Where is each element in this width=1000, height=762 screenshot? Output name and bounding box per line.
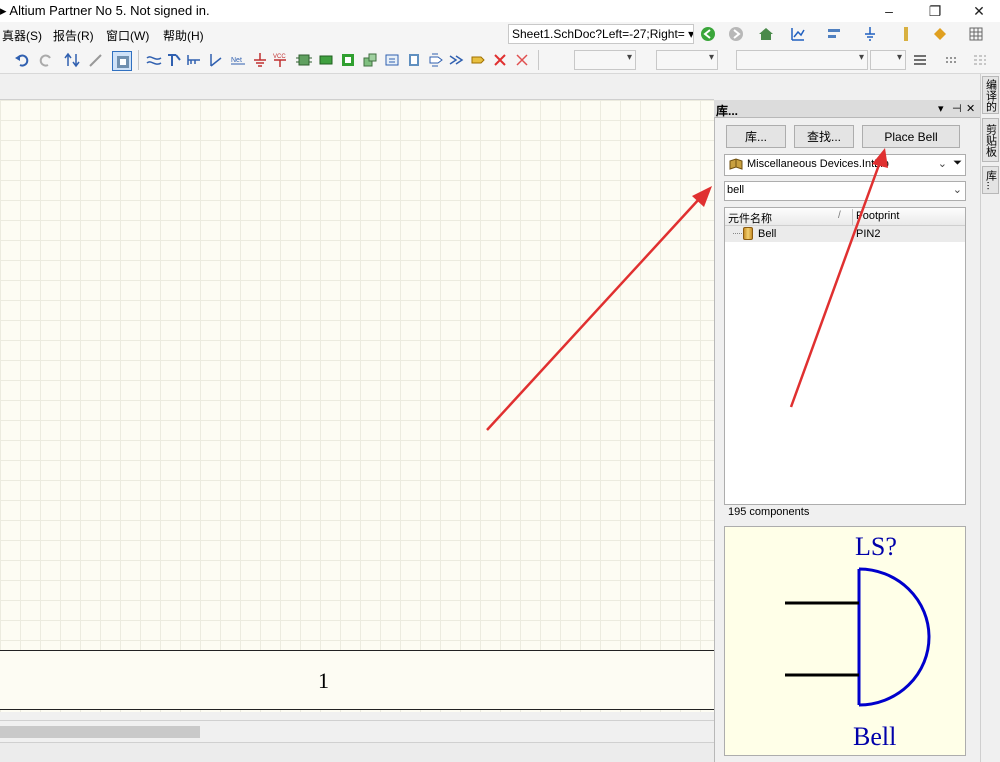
bus-icon[interactable] — [166, 52, 182, 68]
port-icon[interactable] — [428, 52, 444, 68]
menu-reports[interactable]: 报告(R) — [53, 27, 94, 44]
part-icon[interactable] — [296, 52, 312, 68]
device-sheet-icon[interactable] — [362, 52, 378, 68]
sort-icon: / — [838, 210, 841, 221]
restore-button[interactable]: ❐ — [912, 0, 958, 22]
sheet-entry-icon[interactable] — [340, 52, 356, 68]
width-combo[interactable] — [870, 50, 906, 70]
column-divider[interactable] — [852, 209, 853, 225]
chevron-down-icon[interactable]: ⌄ — [938, 157, 947, 170]
net-icon[interactable]: Net — [230, 52, 246, 68]
bell-symbol: LS? Bell — [785, 532, 931, 751]
preview-scrollbar[interactable] — [966, 526, 980, 762]
diamond-icon[interactable] — [932, 26, 948, 42]
component-footprint: PIN2 — [856, 228, 881, 240]
chart-icon[interactable] — [790, 26, 806, 42]
component-list[interactable] — [724, 207, 966, 505]
select-tool-icon[interactable] — [112, 51, 132, 71]
place-bell-button[interactable]: Place Bell — [862, 125, 960, 148]
preview-comment: Bell — [853, 722, 896, 751]
no-erc-icon[interactable] — [492, 52, 508, 68]
harness-icon[interactable] — [384, 52, 400, 68]
close-button[interactable]: ✕ — [956, 0, 1000, 22]
status-strip — [0, 742, 714, 762]
tree-line — [733, 233, 742, 234]
preview-designator: LS? — [855, 532, 897, 561]
style-combo[interactable] — [736, 50, 868, 70]
menu-bar: 真器(S) 报告(R) 窗口(W) 帮助(H) — [0, 22, 1000, 46]
svg-text:Net: Net — [231, 57, 242, 64]
filter-chevron-icon[interactable]: ⌄ — [953, 183, 962, 196]
align-icon[interactable] — [826, 26, 842, 42]
gnd-port-icon[interactable] — [252, 52, 268, 68]
panel-menu-icon[interactable]: ▾ — [938, 102, 944, 115]
library-book-icon — [729, 158, 743, 170]
grid-icon[interactable] — [968, 26, 984, 42]
tab-compiled[interactable]: 编译的 — [982, 76, 999, 114]
bus-entry-icon[interactable] — [186, 52, 202, 68]
menu-simulator[interactable]: 真器(S) — [2, 27, 42, 44]
bell-body — [857, 567, 931, 707]
wand-icon[interactable] — [88, 52, 104, 68]
library-name: Miscellaneous Devices.IntLib — [747, 158, 889, 170]
off-sheet-icon[interactable] — [448, 52, 464, 68]
minimize-button[interactable]: – — [866, 0, 912, 22]
menu-window[interactable]: 窗口(W) — [106, 27, 149, 44]
component-name[interactable]: Bell — [758, 228, 776, 240]
scrollbar-thumb[interactable] — [0, 726, 200, 738]
sheet-border-zone — [0, 650, 714, 710]
zone-label: 1 — [318, 668, 329, 693]
harness-entry-icon[interactable] — [406, 52, 422, 68]
net-label-icon[interactable] — [208, 52, 224, 68]
component-count: 195 components — [728, 506, 810, 518]
font-combo[interactable] — [574, 50, 636, 70]
panel-title: 库... — [716, 104, 739, 118]
vcc-port-icon[interactable]: VCC — [272, 52, 288, 68]
wire-icon[interactable] — [146, 52, 162, 68]
back-icon[interactable] — [700, 26, 716, 42]
library-dropdown[interactable]: Miscellaneous Devices.IntLib ⌄ ⏷ — [724, 154, 966, 176]
pin-icon[interactable]: ⊣ — [952, 102, 962, 115]
hatch-icon[interactable] — [972, 52, 988, 68]
compile-mask-icon[interactable] — [514, 52, 530, 68]
forward-icon[interactable] — [728, 26, 744, 42]
column-header-name[interactable]: 元件名称 — [728, 210, 772, 226]
search-button[interactable]: 查找... — [794, 125, 854, 148]
ground-icon[interactable] — [862, 26, 878, 42]
symbol-preview: LS? Bell — [724, 526, 966, 756]
tab-clipboard[interactable]: 剪贴板 — [982, 118, 999, 162]
window-title: ▸ Altium Partner No 5. Not signed in. — [0, 3, 210, 18]
undo-icon[interactable] — [14, 52, 30, 68]
filter-input[interactable]: bell ⌄ — [724, 181, 966, 201]
more-options-icon[interactable]: ⏷ — [953, 157, 962, 170]
tab-libraries[interactable]: 库... — [982, 166, 999, 194]
redo-icon[interactable] — [38, 52, 54, 68]
title-bar: ▸ Altium Partner No 5. Not signed in. – … — [0, 0, 1000, 22]
component-icon — [743, 227, 753, 240]
home-icon[interactable] — [758, 26, 774, 42]
filter-value: bell — [727, 184, 745, 196]
directive-icon[interactable] — [470, 52, 486, 68]
svg-text:VCC: VCC — [273, 54, 286, 60]
line-style-icon[interactable] — [912, 52, 928, 68]
updown-icon[interactable] — [64, 52, 80, 68]
column-header-footprint[interactable]: Footprint — [856, 210, 899, 222]
schematic-canvas[interactable] — [0, 100, 714, 712]
document-selector[interactable]: Sheet1.SchDoc?Left=-27;Right= ▾ — [508, 24, 694, 44]
dash-style-icon[interactable] — [944, 52, 960, 68]
document-tab-strip — [0, 74, 714, 100]
libraries-button[interactable]: 库... — [726, 125, 786, 148]
probe-icon[interactable] — [898, 26, 914, 42]
menu-help[interactable]: 帮助(H) — [163, 27, 204, 44]
sheet-symbol-icon[interactable] — [318, 52, 334, 68]
size-combo[interactable] — [656, 50, 718, 70]
panel-close-icon[interactable]: ✕ — [966, 102, 975, 115]
